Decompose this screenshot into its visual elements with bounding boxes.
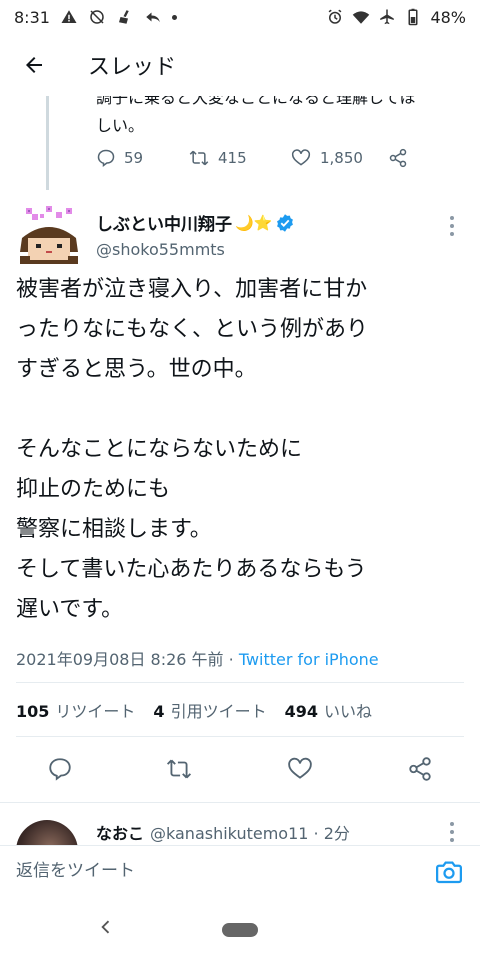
sync-disabled-icon [90, 10, 104, 24]
more-dot [450, 830, 454, 834]
previous-tweet-line: しい。 [96, 116, 145, 135]
user-handle[interactable]: @shoko55mmts [96, 240, 225, 259]
previous-tweet-line: 調子に乗ると大変なことになると理解してほ [96, 96, 416, 107]
arrow-left-icon [26, 57, 42, 73]
retweet-icon [166, 759, 192, 779]
heart-icon [291, 149, 311, 166]
heart-icon [288, 757, 312, 779]
retweet-button[interactable] [164, 754, 194, 784]
reply-author: なおこ @kanashikutemo11 · 2分 [96, 820, 350, 844]
retweet-stat-label: リツイート [55, 702, 136, 721]
tweet-text: 被害者が泣き寝入り、加害者に甘か ったりなにもなく、という例があり すぎると思う… [16, 270, 468, 630]
reply-input[interactable] [0, 846, 420, 896]
tweet-timestamp[interactable]: 2021年09月08日 8:26 午前 · [16, 650, 239, 669]
tweet-stats: 105 リツイート 4 引用ツイート 494 いいね [16, 698, 372, 722]
tweet-line: そして書いた心あたりあるならもう [16, 557, 367, 582]
quote-stat[interactable]: 4 引用ツイート [153, 698, 266, 722]
previous-tweet[interactable]: 調子に乗ると大変なことになると理解してほ しい。 59 415 1,850 [0, 96, 480, 190]
share-button[interactable] [388, 148, 408, 168]
reply-tweet[interactable]: なおこ @kanashikutemo11 · 2分 [0, 810, 480, 845]
more-dot [450, 216, 454, 220]
warning-icon [61, 10, 77, 23]
reply-avatar[interactable] [16, 820, 78, 845]
like-button[interactable] [285, 754, 315, 784]
status-time: 8:31 [14, 7, 50, 27]
tweet-line: そんなことにならないために [16, 437, 303, 462]
previous-tweet-actions: 59 415 1,850 [96, 148, 416, 168]
camera-icon[interactable] [434, 857, 464, 887]
system-nav-bar [0, 897, 480, 960]
home-pill[interactable] [222, 923, 258, 937]
more-options-button[interactable] [442, 822, 462, 842]
like-count: 1,850 [320, 149, 363, 167]
reply-icon [97, 149, 115, 167]
like-stat-count: 494 [284, 702, 318, 721]
tweet-action-bar [0, 750, 480, 786]
reply-icon [49, 758, 71, 781]
reply-handle-time: @kanashikutemo11 · 2分 [150, 824, 350, 843]
tweet-source-link[interactable]: Twitter for iPhone [239, 650, 379, 669]
back-button[interactable] [6, 37, 62, 93]
notification-dot [171, 14, 177, 20]
divider [16, 682, 464, 683]
more-dot [450, 224, 454, 228]
like-button[interactable]: 1,850 [290, 148, 388, 168]
retweet-count: 415 [218, 149, 247, 167]
retweet-icon [189, 150, 209, 166]
previous-tweet-text: 調子に乗ると大変なことになると理解してほ しい。 [96, 96, 466, 140]
like-stat[interactable]: 494 いいね [285, 698, 372, 722]
tweet-line: 被害者が泣き寝入り、加害者に甘か [16, 277, 368, 302]
avatar[interactable] [16, 204, 82, 270]
tweet-metadata: 2021年09月08日 8:26 午前 · Twitter for iPhone [16, 646, 379, 670]
tweet-line: ったりなにもなく、という例があり [16, 317, 369, 342]
share-icon [409, 757, 431, 781]
share-button[interactable] [405, 754, 435, 784]
retweet-stat-count: 105 [16, 702, 50, 721]
tweet-line: すぎると思う。世の中。 [16, 357, 257, 382]
quote-stat-count: 4 [153, 702, 165, 721]
wifi-icon [353, 11, 370, 24]
battery-level: 48% [430, 7, 466, 27]
more-dot [450, 822, 454, 826]
thread-connector-line [46, 96, 49, 190]
reply-count: 59 [124, 149, 144, 167]
reply-arrow-icon [146, 12, 160, 23]
quote-stat-label: 引用ツイート [170, 702, 267, 721]
reply-button[interactable] [45, 754, 75, 784]
more-dot [450, 232, 454, 236]
retweet-button[interactable]: 415 [188, 148, 290, 168]
more-options-button[interactable] [442, 214, 462, 238]
name-emoji: 🌙⭐ [235, 213, 273, 232]
share-icon [389, 148, 407, 168]
app-header: スレッド [0, 34, 480, 96]
verified-badge-icon [277, 213, 294, 232]
more-dot [450, 838, 454, 842]
reply-compose-bar [0, 845, 480, 897]
like-stat-label: いいね [323, 702, 372, 721]
divider [16, 736, 464, 737]
display-name[interactable]: しぶとい中川翔子 🌙⭐ [96, 210, 295, 235]
display-name-text: しぶとい中川翔子 [96, 215, 232, 235]
chevron-left-icon[interactable] [96, 917, 116, 937]
tweet-line: 警察に相談します。 [16, 517, 212, 542]
reply-display-name: なおこ [96, 824, 145, 843]
broom-icon [118, 10, 129, 24]
page-title: スレッド [88, 55, 177, 80]
tweet-line: 遅いです。 [16, 597, 124, 622]
reply-button[interactable]: 59 [96, 148, 188, 168]
airplane-mode-icon [380, 9, 395, 25]
retweet-stat[interactable]: 105 リツイート [16, 698, 135, 722]
status-bar: 8:31 48% [0, 0, 480, 34]
alarm-icon [329, 9, 342, 24]
tweet-line: 抑止のためにも [16, 477, 171, 502]
battery-icon [408, 8, 418, 26]
divider [0, 802, 480, 803]
author-row: しぶとい中川翔子 🌙⭐ @shoko55mmts [0, 196, 480, 270]
